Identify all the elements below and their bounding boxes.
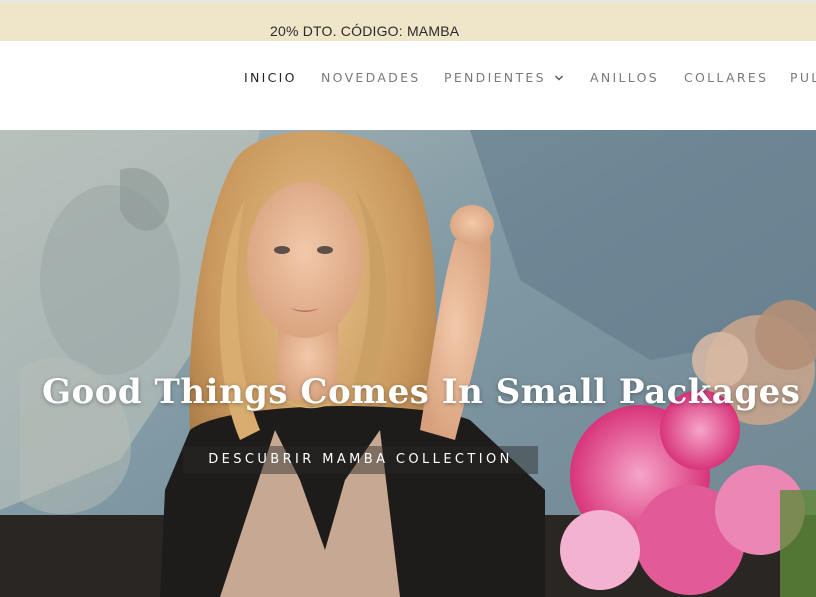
nav-item-inicio[interactable]: INICIO <box>244 70 297 85</box>
nav-item-label: NOVEDADES <box>321 70 421 85</box>
hero-image <box>0 130 816 597</box>
promo-bar: 20% DTO. CÓDIGO: MAMBA <box>0 0 816 41</box>
nav-item-label: PUL <box>790 70 816 85</box>
nav-item-collares[interactable]: COLLARES <box>684 70 768 85</box>
main-nav: INICIO NOVEDADES PENDIENTES ANILLOS COLL… <box>0 41 816 130</box>
chevron-down-icon <box>554 70 564 85</box>
hero-title: Good Things Comes In Small Packages <box>42 372 801 412</box>
nav-item-label: PENDIENTES <box>444 70 546 85</box>
hero-banner: Good Things Comes In Small Packages DESC… <box>0 130 816 597</box>
promo-text: 20% DTO. CÓDIGO: MAMBA <box>270 23 460 39</box>
nav-item-novedades[interactable]: NOVEDADES <box>321 70 421 85</box>
site-header: INICIO NOVEDADES PENDIENTES ANILLOS COLL… <box>0 41 816 130</box>
nav-item-pulseras[interactable]: PUL <box>790 70 816 85</box>
nav-item-label: INICIO <box>244 70 297 85</box>
nav-item-anillos[interactable]: ANILLOS <box>590 70 659 85</box>
nav-item-pendientes[interactable]: PENDIENTES <box>444 70 564 86</box>
nav-item-label: ANILLOS <box>590 70 659 85</box>
nav-item-label: COLLARES <box>684 70 769 85</box>
hero-cta-button[interactable]: DESCUBRIR MAMBA COLLECTION <box>183 446 538 474</box>
